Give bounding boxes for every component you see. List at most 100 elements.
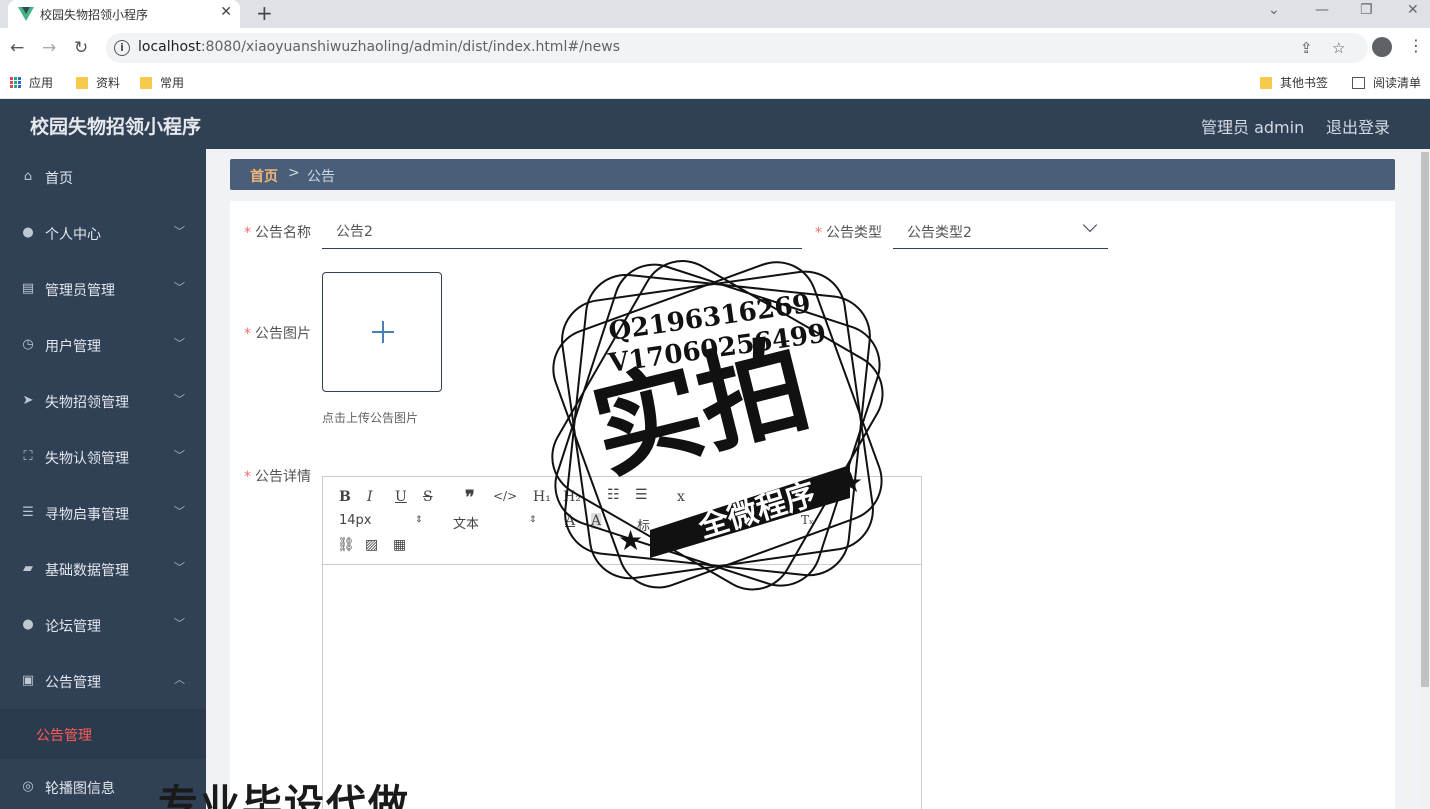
app-header: 校园失物招领小程序 管理员 admin 退出登录 [0, 99, 1430, 149]
bookmark-apps-label: 应用 [29, 76, 54, 90]
sidebar-item-label: 轮播图信息 [45, 781, 115, 797]
fullscreen-icon: ⛶ [23, 449, 33, 464]
browser-menu-icon[interactable]: ⋮ [1408, 36, 1424, 55]
browser-tab[interactable]: 校园失物招领小程序 ✕ [8, 0, 240, 28]
ordered-list-button[interactable]: ☷ [607, 487, 620, 503]
select-arrows-icon: ⇕ [529, 515, 537, 525]
url-field[interactable]: i localhost:8080/xiaoyuanshiwuzhaoling/a… [106, 33, 1368, 63]
plus-icon [382, 321, 384, 343]
chevron-down-icon: ﹀ [174, 617, 185, 630]
sliders-icon: ☰ [22, 505, 34, 520]
bullet-list-button[interactable]: ☰ [635, 487, 648, 503]
chevron-up-icon: ︿ [174, 673, 185, 686]
chevron-down-icon: ﹀ [174, 281, 185, 294]
background-color-button[interactable]: A [591, 513, 602, 529]
sidebar-item-label: 论坛管理 [45, 619, 101, 635]
font-size-select[interactable]: 14px ⇕ [339, 513, 423, 528]
bookmark-folder-changyong[interactable]: 常用 [140, 74, 184, 91]
link-icon[interactable]: ⛓ [337, 537, 355, 553]
bold-button[interactable]: B [339, 489, 351, 505]
bookmark-apps[interactable]: 应用 [10, 74, 53, 91]
tab-search-icon[interactable]: ⌄ [1268, 2, 1280, 18]
sidebar-item-label: 管理员管理 [45, 283, 115, 299]
strike-button[interactable]: S [423, 489, 433, 505]
heading-select[interactable]: 标 [637, 515, 650, 534]
app-title: 校园失物招领小程序 [30, 116, 202, 138]
minimize-icon[interactable]: — [1315, 2, 1329, 18]
forward-icon[interactable]: → [42, 38, 56, 58]
text-color-button[interactable]: A [565, 513, 575, 529]
sidebar-item-forum-management[interactable]: ● 论坛管理 ﹀ [0, 597, 206, 653]
sidebar-item-personal-center[interactable]: ● 个人中心 ﹀ [0, 205, 206, 261]
page-scrollbar[interactable] [1420, 149, 1430, 809]
admin-label: 管理员 admin [1201, 118, 1305, 137]
upload-tip: 点击上传公告图片 [322, 411, 419, 425]
address-bar-row: ← → ↻ i localhost:8080/xiaoyuanshiwuzhao… [0, 28, 1430, 68]
breadcrumb: 首页 > 公告 [230, 159, 1395, 190]
sidebar-item-notice-management[interactable]: ▣ 公告管理 ︿ [0, 653, 206, 709]
new-tab-button[interactable]: + [256, 1, 273, 25]
breadcrumb-home-link[interactable]: 首页 [250, 166, 278, 186]
clear-format-button[interactable]: Tₓ [801, 513, 814, 527]
notice-image-label: * 公告图片 [244, 326, 311, 342]
notice-type-select[interactable]: 公告类型2 [893, 213, 1108, 249]
settings-icon: ◎ [22, 779, 34, 794]
image-upload-button[interactable] [322, 272, 442, 392]
sidebar-item-home[interactable]: ⌂ 首页 [0, 149, 206, 205]
sidebar-item-label: 用户管理 [45, 339, 101, 355]
chevron-down-icon[interactable] [1082, 217, 1098, 233]
info-icon[interactable]: i [114, 40, 130, 56]
bookmark-star-icon[interactable]: ☆ [1332, 39, 1345, 57]
sidebar-item-user-management[interactable]: ◷ 用户管理 ﹀ [0, 317, 206, 373]
chevron-down-icon: ﹀ [174, 225, 185, 238]
header1-button[interactable]: H₁ [533, 489, 551, 505]
bookmark-other-label: 其他书签 [1280, 76, 1329, 90]
back-icon[interactable]: ← [10, 38, 24, 58]
notice-detail-label: * 公告详情 [244, 469, 311, 485]
code-block-button[interactable]: </> [493, 489, 517, 503]
notice-name-label: * 公告名称 [244, 225, 311, 241]
reading-list-icon [1352, 76, 1365, 89]
sidebar-item-lost-found-management[interactable]: ➤ 失物招领管理 ﹀ [0, 373, 206, 429]
font-style-select[interactable]: 文本 ⇕ [453, 513, 537, 532]
sidebar-item-admin-management[interactable]: ▤ 管理员管理 ﹀ [0, 261, 206, 317]
editor-content-area[interactable] [323, 565, 921, 809]
sidebar-item-claim-management[interactable]: ⛶ 失物认领管理 ﹀ [0, 429, 206, 485]
header2-button[interactable]: H₂ [563, 489, 581, 505]
apps-grid-icon [10, 77, 21, 88]
folder-icon [1260, 76, 1272, 89]
clipboard-check-icon: ▣ [21, 673, 35, 688]
italic-button[interactable]: I [367, 489, 373, 505]
logout-button[interactable]: 退出登录 [1326, 114, 1390, 138]
scrollbar-thumb[interactable] [1421, 152, 1429, 687]
restore-icon[interactable]: ❐ [1360, 2, 1373, 18]
tab-close-icon[interactable]: ✕ [220, 4, 232, 20]
share-icon[interactable]: ⇪ [1300, 39, 1313, 57]
reading-list[interactable]: 阅读清单 [1352, 74, 1421, 91]
subscript-button[interactable]: x [677, 489, 685, 505]
editor-toolbar: B I U S ❞ </> H₁ H₂ ☷ ☰ x 14px ⇕ 文本 ⇕ A … [323, 477, 921, 565]
home-icon: ⌂ [23, 169, 33, 184]
reload-icon[interactable]: ↻ [74, 38, 88, 58]
notice-type-label: * 公告类型 [815, 225, 882, 241]
notice-name-input[interactable] [322, 213, 802, 249]
profile-avatar[interactable] [1372, 37, 1392, 57]
bookmark-other[interactable]: 其他书签 [1260, 74, 1328, 91]
url-text[interactable]: localhost:8080/xiaoyuanshiwuzhaoling/adm… [138, 39, 620, 55]
notice-type-value: 公告类型2 [907, 225, 972, 241]
main-content: 首页 > 公告 *公告名称 *公告类型 公告类型2 *公告图片 点击上传公告图片… [206, 149, 1420, 809]
sidebar-item-label: 寻物启事管理 [45, 507, 129, 523]
send-icon: ➤ [22, 393, 34, 408]
sidebar-item-lost-notice-management[interactable]: ☰ 寻物启事管理 ﹀ [0, 485, 206, 541]
video-icon[interactable]: ▦ [393, 537, 406, 553]
submenu-item-notice-management[interactable]: 公告管理 [0, 709, 206, 759]
chevron-down-icon: ﹀ [174, 449, 185, 462]
sidebar-item-label: 公告管理 [45, 675, 101, 691]
blockquote-button[interactable]: ❞ [465, 487, 475, 508]
bookmark-folder-ziliao[interactable]: 资料 [76, 74, 120, 91]
close-window-icon[interactable]: ✕ [1407, 2, 1419, 18]
underline-button[interactable]: U [395, 489, 407, 505]
tab-title: 校园失物招领小程序 [40, 8, 149, 22]
sidebar-item-base-data-management[interactable]: ▰ 基础数据管理 ﹀ [0, 541, 206, 597]
image-icon[interactable]: ▨ [365, 537, 378, 553]
